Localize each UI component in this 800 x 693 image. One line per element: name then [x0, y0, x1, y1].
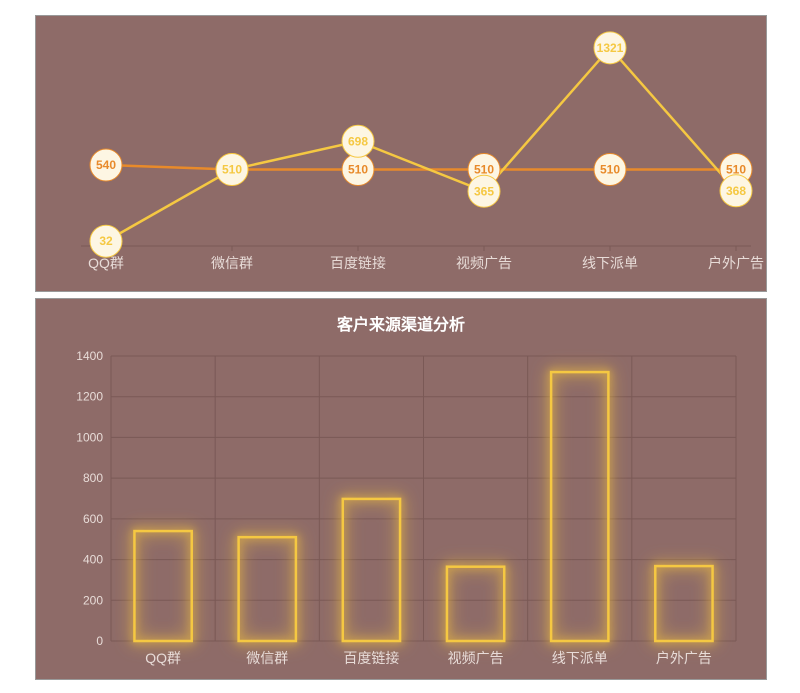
- bar: [239, 537, 296, 641]
- svg-text:1000: 1000: [76, 430, 103, 444]
- svg-text:户外广告: 户外广告: [656, 650, 712, 666]
- svg-text:视频广告: 视频广告: [448, 650, 504, 666]
- svg-text:600: 600: [83, 512, 103, 526]
- svg-text:32: 32: [99, 234, 113, 248]
- svg-text:1400: 1400: [76, 349, 103, 363]
- svg-text:368: 368: [726, 184, 746, 198]
- svg-text:0: 0: [96, 634, 103, 648]
- svg-text:800: 800: [83, 471, 103, 485]
- svg-text:微信群: 微信群: [246, 650, 288, 666]
- bar: [134, 531, 191, 641]
- svg-text:510: 510: [600, 163, 620, 177]
- svg-text:365: 365: [474, 184, 494, 198]
- svg-text:200: 200: [83, 593, 103, 607]
- bar: [447, 567, 504, 641]
- chart-container: QQ群微信群百度链接视频广告线下派单户外广告540510510510510510…: [0, 0, 800, 693]
- bar-chart-panel: 客户来源渠道分析 0 200 400 600 800 1000 1200 1400 QQ群 微信群…: [35, 298, 767, 680]
- svg-text:百度链接: 百度链接: [330, 255, 386, 271]
- line-chart-svg: QQ群微信群百度链接视频广告线下派单户外广告540510510510510510…: [36, 16, 766, 291]
- svg-text:线下派单: 线下派单: [582, 255, 638, 271]
- svg-text:510: 510: [474, 163, 494, 177]
- svg-text:400: 400: [83, 553, 103, 567]
- svg-text:510: 510: [348, 163, 368, 177]
- bar-chart-title: 客户来源渠道分析: [36, 299, 766, 341]
- svg-text:微信群: 微信群: [211, 255, 253, 271]
- svg-text:1200: 1200: [76, 390, 103, 404]
- bar: [655, 566, 712, 641]
- svg-text:线下派单: 线下派单: [552, 650, 608, 666]
- line-chart-panel: QQ群微信群百度链接视频广告线下派单户外广告540510510510510510…: [35, 15, 767, 292]
- svg-text:QQ群: QQ群: [145, 650, 181, 666]
- svg-text:百度链接: 百度链接: [343, 650, 399, 666]
- svg-text:510: 510: [222, 163, 242, 177]
- svg-text:视频广告: 视频广告: [456, 255, 512, 271]
- svg-text:1321: 1321: [597, 41, 624, 55]
- bar: [343, 499, 400, 641]
- svg-text:户外广告: 户外广告: [708, 255, 764, 271]
- bar-chart-svg: 0 200 400 600 800 1000 1200 1400 QQ群 微信群 百度链接 视频广告 线…: [36, 341, 766, 681]
- svg-text:540: 540: [96, 158, 116, 172]
- svg-text:698: 698: [348, 134, 368, 148]
